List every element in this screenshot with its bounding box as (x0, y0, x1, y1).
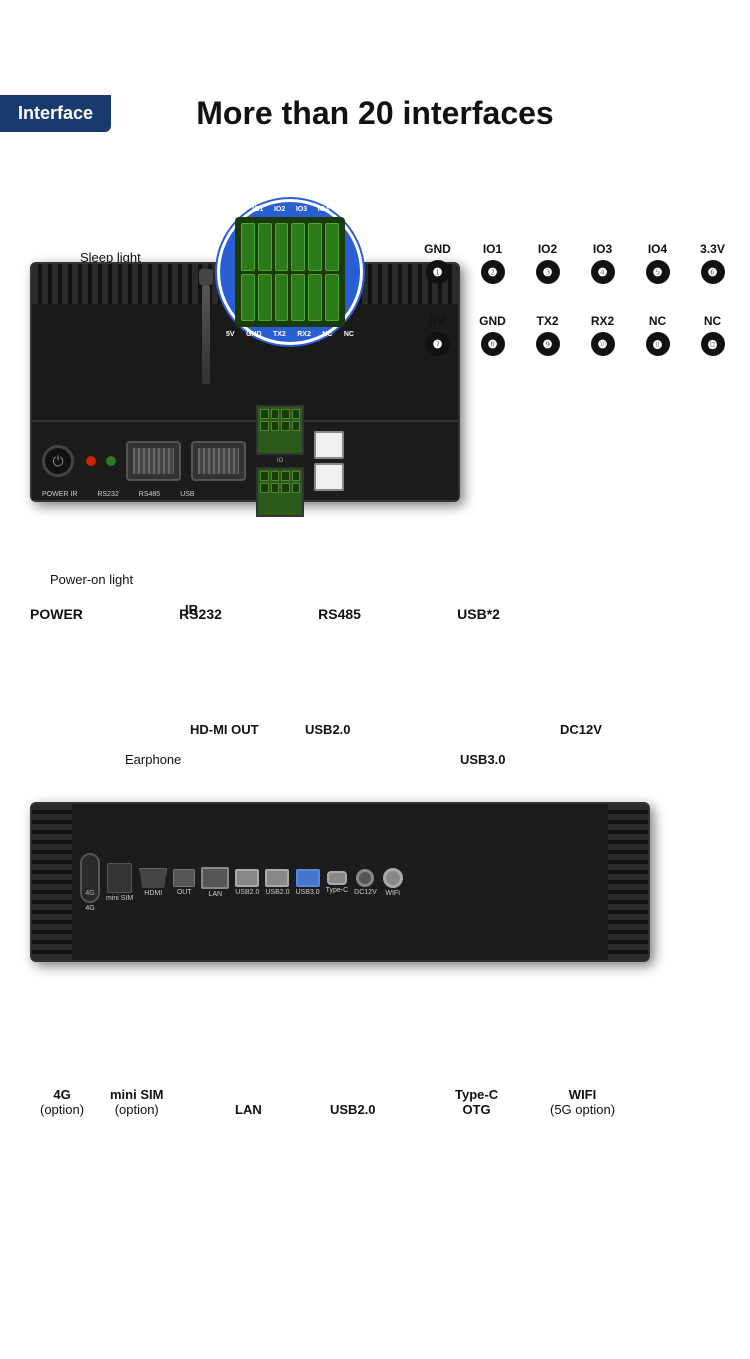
pin-io2-label: IO2 (538, 242, 557, 256)
pin-3: ❸ (536, 260, 560, 284)
bottom-device-section: Earphone HD-MI OUT USB2.0 USB3.0 DC12V 4… (0, 712, 750, 1132)
port-4g: 4G 4G (80, 853, 100, 912)
zoom-callout: GNDIO1IO2IO3IO43.3V 5VGNDTX2RX2NCNC (220, 202, 360, 342)
pin-4: ❹ (591, 260, 615, 284)
bottom-ports-panel: 4G 4G mini SIM HDMI OUT LAN (72, 804, 608, 960)
lan-label: LAN (235, 1102, 262, 1117)
pin-12: ⓬ (701, 332, 725, 356)
rs232-connector (126, 441, 181, 481)
pin-9: ❾ (536, 332, 560, 356)
device-rs232-text: RS232 (97, 491, 118, 498)
top-device-section: Sleep light ⏻ IO (0, 142, 750, 672)
rs485-label: RS485 (318, 606, 361, 622)
pin-io4-label: IO4 (648, 242, 667, 256)
usb-ports-top (314, 431, 344, 491)
port-sim: mini SIM (106, 863, 133, 902)
dc12v-top-label: DC12V (560, 722, 602, 737)
pin-7: ❼ (426, 332, 450, 356)
ir-label: IR (185, 602, 198, 617)
main-title: More than 20 interfaces (0, 95, 750, 132)
hdmi-out-label: HD-MI OUT (190, 722, 259, 737)
pin-8: ❽ (481, 332, 505, 356)
usb2-label: USB*2 (457, 606, 500, 622)
pin-gnd2-label: GND (479, 314, 506, 328)
rs485-connector (191, 441, 246, 481)
pin-10: ❿ (591, 332, 615, 356)
front-panel: ⏻ IO (32, 420, 458, 500)
port-usb3: USB3.0 (295, 869, 319, 896)
port-usb2-2: USB2.0 (265, 869, 289, 896)
power-label: POWER (30, 606, 83, 622)
pin-rx2-label: RX2 (591, 314, 614, 328)
pin-io1-label: IO1 (483, 242, 502, 256)
typec-otg-label: Type-COTG (455, 1087, 498, 1117)
pin-labels: GND ❶ IO1 ❷ IO2 ❸ IO3 ❹ IO4 ❺ 3.3V ❻ 5V … (410, 242, 740, 356)
port-usb2-1: USB2.0 (235, 869, 259, 896)
bottom-device-image: 4G 4G mini SIM HDMI OUT LAN (30, 802, 650, 962)
pin-11: ⓫ (646, 332, 670, 356)
terminal-zoom (235, 217, 345, 327)
4g-option-label: 4G(option) (40, 1087, 84, 1117)
port-dc12v: DC12V (354, 869, 377, 896)
antenna (202, 284, 210, 384)
usb20-top-label: USB2.0 (305, 722, 351, 737)
pin-1: ❶ (426, 260, 450, 284)
device-rs485-text: RS485 (139, 491, 160, 498)
wifi-5g-label: WIFI(5G option) (550, 1087, 615, 1117)
port-lan: LAN (201, 867, 229, 898)
device-power-text: POWER IR (42, 491, 77, 498)
pin-5v-label: 5V (430, 314, 445, 328)
port-out: OUT (173, 869, 195, 896)
ir-red-dot (86, 456, 96, 466)
pin-nc2-label: NC (704, 314, 721, 328)
usb30-top-label: USB3.0 (460, 752, 506, 767)
interface-badge: Interface (0, 95, 111, 132)
pin-io3-label: IO3 (593, 242, 612, 256)
mini-sim-label: mini SIM(option) (110, 1087, 163, 1117)
pin-5: ❺ (646, 260, 670, 284)
port-hdmi: HDMI (139, 868, 167, 897)
power-button: ⏻ (42, 445, 74, 477)
top-device-labels: POWER RS232 RS485 USB*2 (30, 606, 500, 622)
earphone-label: Earphone (125, 752, 181, 767)
device-usb-text: USB (180, 491, 194, 498)
port-wifi: WIFI (383, 868, 403, 897)
pin-tx2-label: TX2 (536, 314, 558, 328)
port-typec: Type-C (326, 871, 349, 894)
ir-green-dot (106, 456, 116, 466)
usb20-bottom-label: USB2.0 (330, 1102, 376, 1117)
pin-gnd-label: GND (424, 242, 451, 256)
terminal-blocks: IO (256, 405, 304, 517)
power-on-light-label: Power-on light (50, 572, 133, 587)
pin-6: ❻ (701, 260, 725, 284)
pin-2: ❷ (481, 260, 505, 284)
pin-nc1-label: NC (649, 314, 666, 328)
pin-33v-label: 3.3V (700, 242, 725, 256)
